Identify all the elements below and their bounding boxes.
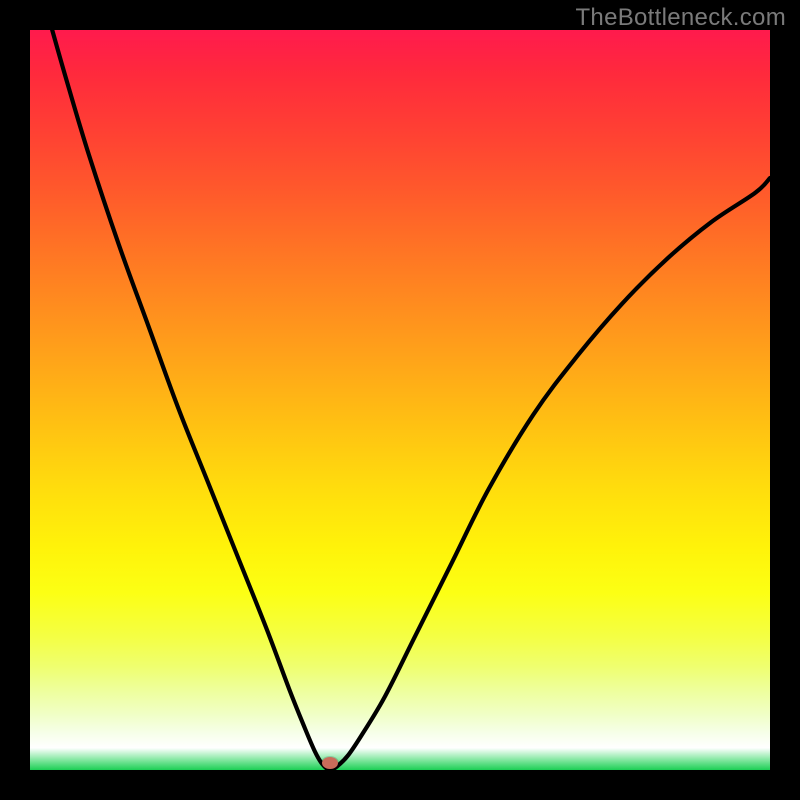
bottleneck-curve-path (52, 30, 770, 770)
optimum-marker-dot (322, 757, 338, 769)
bottleneck-curve-svg (30, 30, 770, 770)
watermark-text: TheBottleneck.com (575, 4, 786, 32)
